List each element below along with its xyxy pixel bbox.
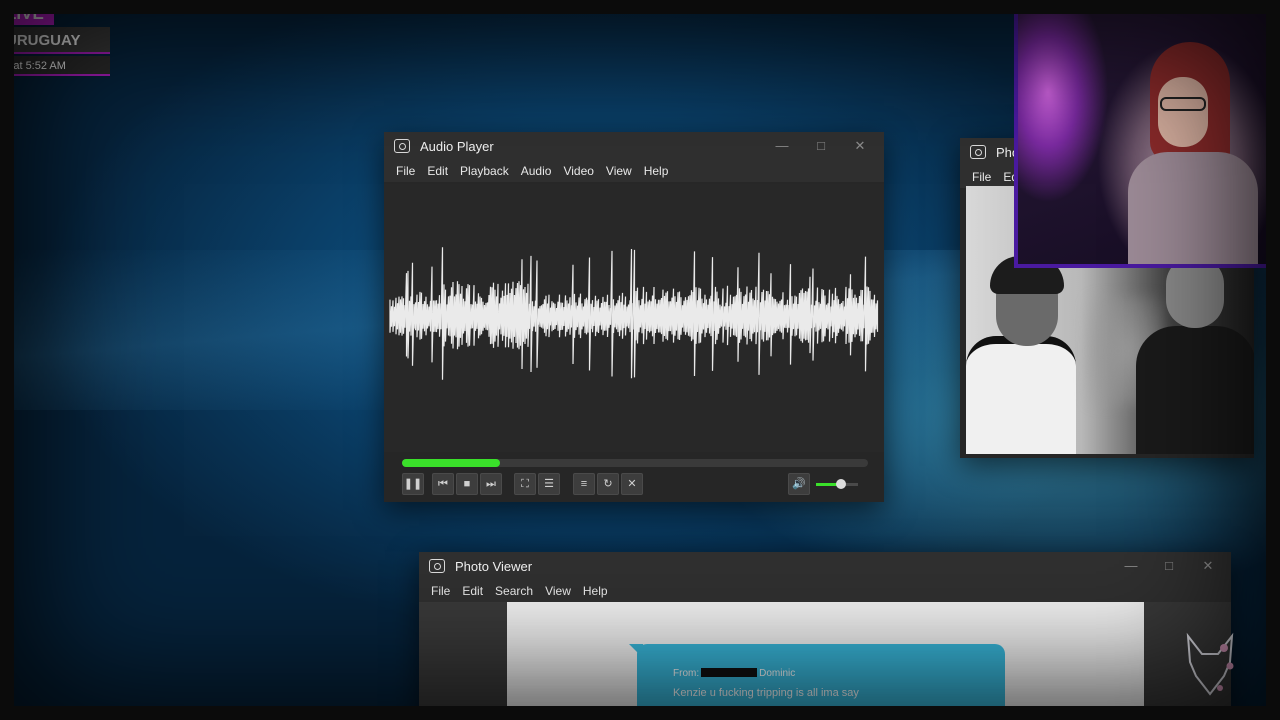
previous-icon[interactable]: ⏮: [432, 473, 454, 495]
audio-player-menubar: File Edit Playback Audio Video View Help: [384, 160, 884, 182]
menu-audio[interactable]: Audio: [521, 160, 552, 182]
audio-player-window: Audio Player — □ ✕ File Edit Playback Au…: [384, 132, 884, 502]
photo-viewer-app-icon: [970, 145, 986, 159]
chat-sender: From: Dominic: [673, 668, 795, 679]
webcam-streamer-body: [1128, 152, 1258, 264]
menu-file[interactable]: File: [396, 160, 415, 182]
webcam-streamer-glasses: [1160, 97, 1206, 111]
audio-player-title: Audio Player: [420, 139, 494, 154]
menu-file[interactable]: File: [972, 166, 991, 188]
photo-viewer-app-icon: [429, 559, 445, 573]
menu-playback[interactable]: Playback: [460, 160, 509, 182]
webcam-streamer: [1128, 42, 1258, 264]
live-badge: LIVE: [0, 3, 54, 25]
menu-help[interactable]: Help: [583, 580, 608, 602]
webcam-streamer-face: [1158, 77, 1208, 147]
chat-bubble-tail: [629, 644, 643, 658]
menu-edit[interactable]: Edit: [462, 580, 483, 602]
volume-slider[interactable]: [816, 479, 858, 489]
photo-viewer-bottom-menubar: File Edit Search View Help: [419, 580, 1231, 602]
minimize-button[interactable]: —: [774, 138, 790, 154]
waveform-path: [389, 247, 879, 380]
message-screenshot: From: Dominic Kenzie u fucking tripping i…: [507, 602, 1144, 720]
maximize-button[interactable]: □: [813, 138, 829, 154]
photo-person-right-body: [1136, 326, 1254, 454]
volume-handle[interactable]: [836, 479, 847, 489]
webcam-feed: [1014, 8, 1274, 268]
maximize-button[interactable]: □: [1161, 558, 1177, 574]
close-button[interactable]: ✕: [852, 138, 868, 154]
location-label: URUGUAY: [0, 27, 110, 54]
next-icon[interactable]: ⏭: [480, 473, 502, 495]
photo-viewer-bottom-title: Photo Viewer: [455, 559, 533, 574]
close-button[interactable]: ✕: [1200, 558, 1216, 574]
redacted-name: [701, 668, 758, 677]
waveform-display: [384, 182, 884, 452]
photo-viewer-canvas: From: Dominic Kenzie u fucking tripping i…: [419, 602, 1231, 720]
seek-progress: [402, 459, 500, 467]
equalizer-icon[interactable]: ☰: [538, 473, 560, 495]
chat-bubble: From: Dominic Kenzie u fucking tripping i…: [629, 644, 1005, 720]
audio-player-titlebar[interactable]: Audio Player — □ ✕: [384, 132, 884, 160]
photo-person-left-shirt: [966, 336, 1076, 454]
pause-icon[interactable]: ❚❚: [402, 473, 424, 495]
menu-file[interactable]: File: [431, 580, 450, 602]
playback-controls: ❚❚ ⏮ ■ ⏭ ⛶ ☰ ≡ ↻ ✕ 🔊: [400, 473, 870, 495]
fullscreen-icon[interactable]: ⛶: [514, 473, 536, 495]
menu-video[interactable]: Video: [563, 160, 593, 182]
volume-icon[interactable]: 🔊: [788, 473, 810, 495]
chat-from-name: Dominic: [759, 668, 796, 679]
repeat-icon[interactable]: ↻: [597, 473, 619, 495]
menu-view[interactable]: View: [545, 580, 571, 602]
playlist-icon[interactable]: ≡: [573, 473, 595, 495]
fox-logo-icon: [1186, 632, 1234, 696]
seek-bar[interactable]: [402, 459, 868, 467]
menu-view[interactable]: View: [606, 160, 632, 182]
chat-message-text: Kenzie u fucking tripping is all ima say: [673, 687, 859, 699]
audio-player-app-icon: [394, 139, 410, 153]
waveform-graphic: [389, 247, 879, 380]
chat-from-label: From:: [673, 668, 700, 679]
minimize-button[interactable]: —: [1123, 558, 1139, 574]
menu-search[interactable]: Search: [495, 580, 533, 602]
photo-viewer-bottom-titlebar[interactable]: Photo Viewer — □ ✕: [419, 552, 1231, 580]
menu-help[interactable]: Help: [644, 160, 669, 182]
menu-edit[interactable]: Edit: [427, 160, 448, 182]
stop-icon[interactable]: ■: [456, 473, 478, 495]
photo-viewer-bottom-window: Photo Viewer — □ ✕ File Edit Search View…: [419, 552, 1231, 720]
shuffle-icon[interactable]: ✕: [621, 473, 643, 495]
datetime-label: Sat 5:52 AM: [0, 56, 110, 76]
